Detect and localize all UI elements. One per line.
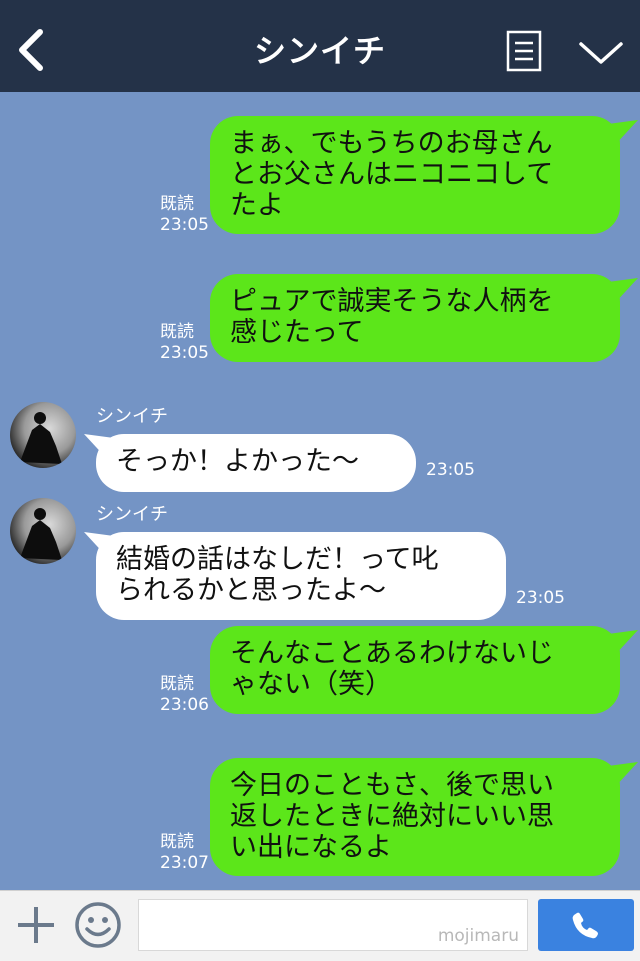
avatar[interactable] <box>10 402 76 468</box>
my-message-bubble[interactable]: まぁ、でもうちのお母さん とお父さんはニコニコして たよ <box>210 116 620 234</box>
bubble-tail <box>608 630 638 656</box>
avatar[interactable] <box>10 498 76 564</box>
my-message-bubble[interactable]: 今日のこともさ、後で思い 返したときに絶対にいい思 い出になるよ <box>210 758 620 876</box>
message-time: 23:05 <box>426 460 475 480</box>
watermark: mojimaru <box>437 926 519 946</box>
bubble-tail <box>608 278 638 304</box>
their-message-bubble[interactable]: そっか！よかった〜 <box>96 434 416 492</box>
read-label: 既読 <box>160 322 194 342</box>
my-message-bubble[interactable]: ピュアで誠実そうな人柄を 感じたって <box>210 274 620 362</box>
phone-icon <box>572 912 598 939</box>
chat-area[interactable]: 既読 23:05 まぁ、でもうちのお母さん とお父さんはニコニコして たよ 既読… <box>0 92 640 890</box>
menu-list-icon[interactable] <box>506 30 542 72</box>
read-label: 既読 <box>160 674 194 694</box>
header-bar: シンイチ <box>0 0 640 92</box>
message-time: 23:05 <box>516 588 565 608</box>
message-time: 23:07 <box>160 853 209 873</box>
sender-name: シンイチ <box>96 504 168 525</box>
message-time: 23:05 <box>160 215 209 235</box>
message-time: 23:06 <box>160 695 209 715</box>
sender-name: シンイチ <box>96 406 168 427</box>
call-button[interactable] <box>538 899 634 951</box>
chat-title: シンイチ <box>253 32 386 70</box>
read-status: 既読 23:07 <box>160 832 209 874</box>
my-message-bubble[interactable]: そんなことあるわけないじ ゃない（笑） <box>210 626 620 714</box>
smile-icon[interactable] <box>74 901 122 949</box>
bubble-tail <box>608 120 638 146</box>
plus-icon[interactable] <box>14 903 58 947</box>
read-status: 既読 23:06 <box>160 674 209 716</box>
read-status: 既読 23:05 <box>160 194 209 236</box>
read-label: 既読 <box>160 194 194 214</box>
read-label: 既読 <box>160 832 194 852</box>
chevron-down-icon[interactable] <box>578 38 624 68</box>
message-time: 23:05 <box>160 343 209 363</box>
their-message-bubble[interactable]: 結婚の話はなしだ！って叱 られるかと思ったよ〜 <box>96 532 506 620</box>
read-status: 既読 23:05 <box>160 322 209 364</box>
message-input[interactable]: mojimaru <box>138 899 528 951</box>
bubble-tail <box>608 762 638 788</box>
input-bar: mojimaru <box>0 890 640 961</box>
